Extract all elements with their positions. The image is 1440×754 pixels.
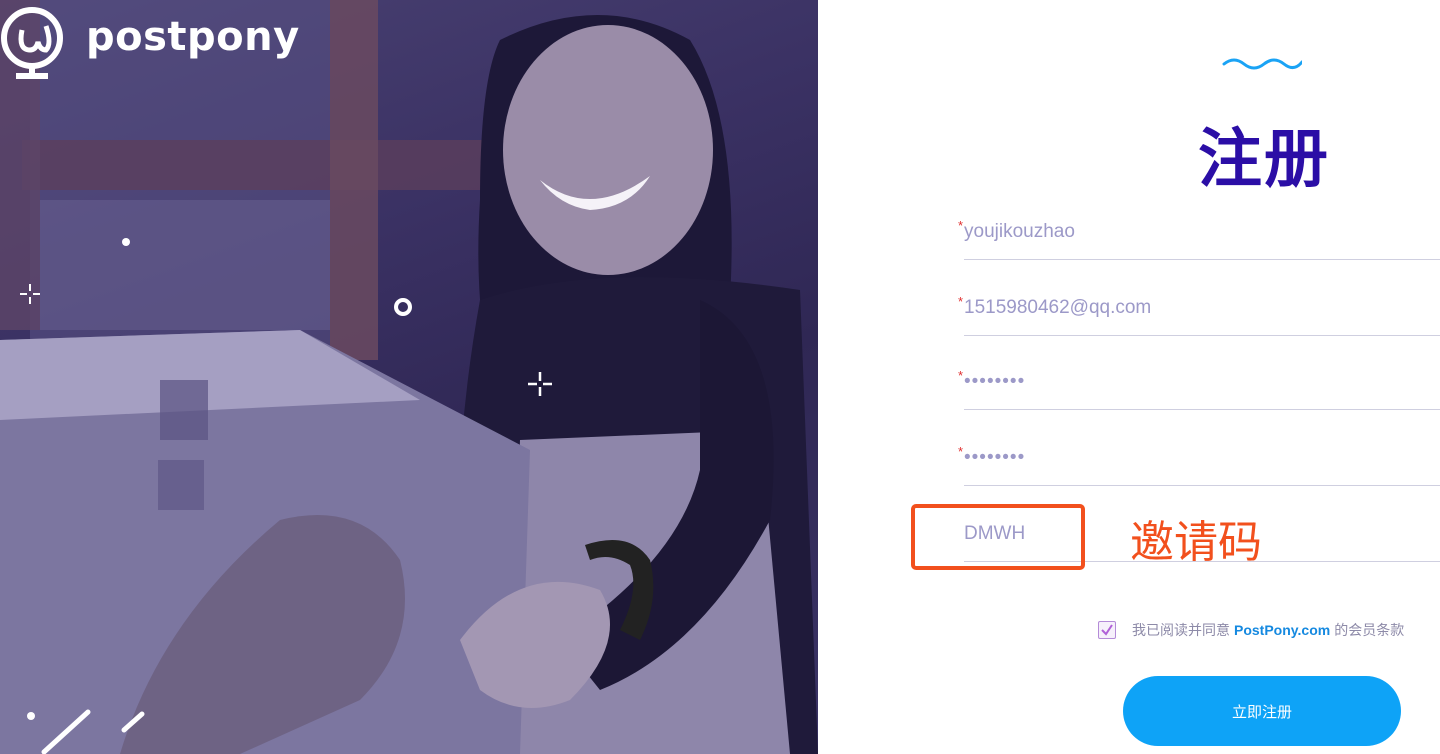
page-title: 注册 bbox=[1198, 123, 1330, 197]
cross-sparkle-icon bbox=[528, 372, 552, 396]
username-field: * bbox=[958, 212, 1440, 260]
register-button[interactable]: 立即注册 bbox=[1123, 676, 1401, 746]
cross-sparkle-icon bbox=[20, 284, 40, 304]
email-field: * bbox=[958, 288, 1440, 336]
register-form: 注册 * * * * 邀请码 我已阅读并同意 PostPony.com 的会员条… bbox=[818, 0, 1440, 754]
terms-agreement: 我已阅读并同意 PostPony.com 的会员条款 bbox=[1098, 620, 1404, 640]
terms-suffix[interactable]: 的会员条款 bbox=[1334, 620, 1404, 640]
invite-code-annotation: 邀请码 bbox=[1130, 517, 1262, 568]
confirm-password-input[interactable] bbox=[964, 438, 1440, 478]
terms-brand-link[interactable]: PostPony.com bbox=[1234, 622, 1330, 638]
username-input[interactable] bbox=[964, 212, 1440, 252]
dot-sparkle-icon bbox=[122, 238, 130, 246]
required-mark: * bbox=[958, 218, 964, 233]
terms-checkbox[interactable] bbox=[1098, 621, 1116, 639]
check-icon bbox=[1101, 624, 1113, 636]
ring-sparkle-icon bbox=[394, 298, 412, 316]
postpony-logo[interactable]: postpony bbox=[0, 4, 300, 80]
hero-panel: postpony bbox=[0, 0, 818, 754]
slash-sparkle-icon bbox=[27, 709, 145, 754]
email-input[interactable] bbox=[964, 288, 1440, 328]
hero-photo bbox=[0, 0, 818, 754]
required-mark: * bbox=[958, 368, 964, 383]
password-input[interactable] bbox=[964, 362, 1440, 402]
required-mark: * bbox=[958, 294, 964, 309]
field-underline bbox=[964, 409, 1440, 410]
password-field: * bbox=[958, 362, 1440, 410]
confirm-password-field: * bbox=[958, 438, 1440, 486]
wave-decoration-icon bbox=[1222, 58, 1302, 70]
field-underline bbox=[964, 259, 1440, 260]
terms-prefix: 我已阅读并同意 bbox=[1132, 622, 1230, 638]
field-underline bbox=[964, 335, 1440, 336]
globe-logo-icon bbox=[1, 7, 63, 79]
required-mark: * bbox=[958, 444, 964, 459]
field-underline bbox=[964, 485, 1440, 486]
brand-name: postpony bbox=[86, 14, 300, 60]
